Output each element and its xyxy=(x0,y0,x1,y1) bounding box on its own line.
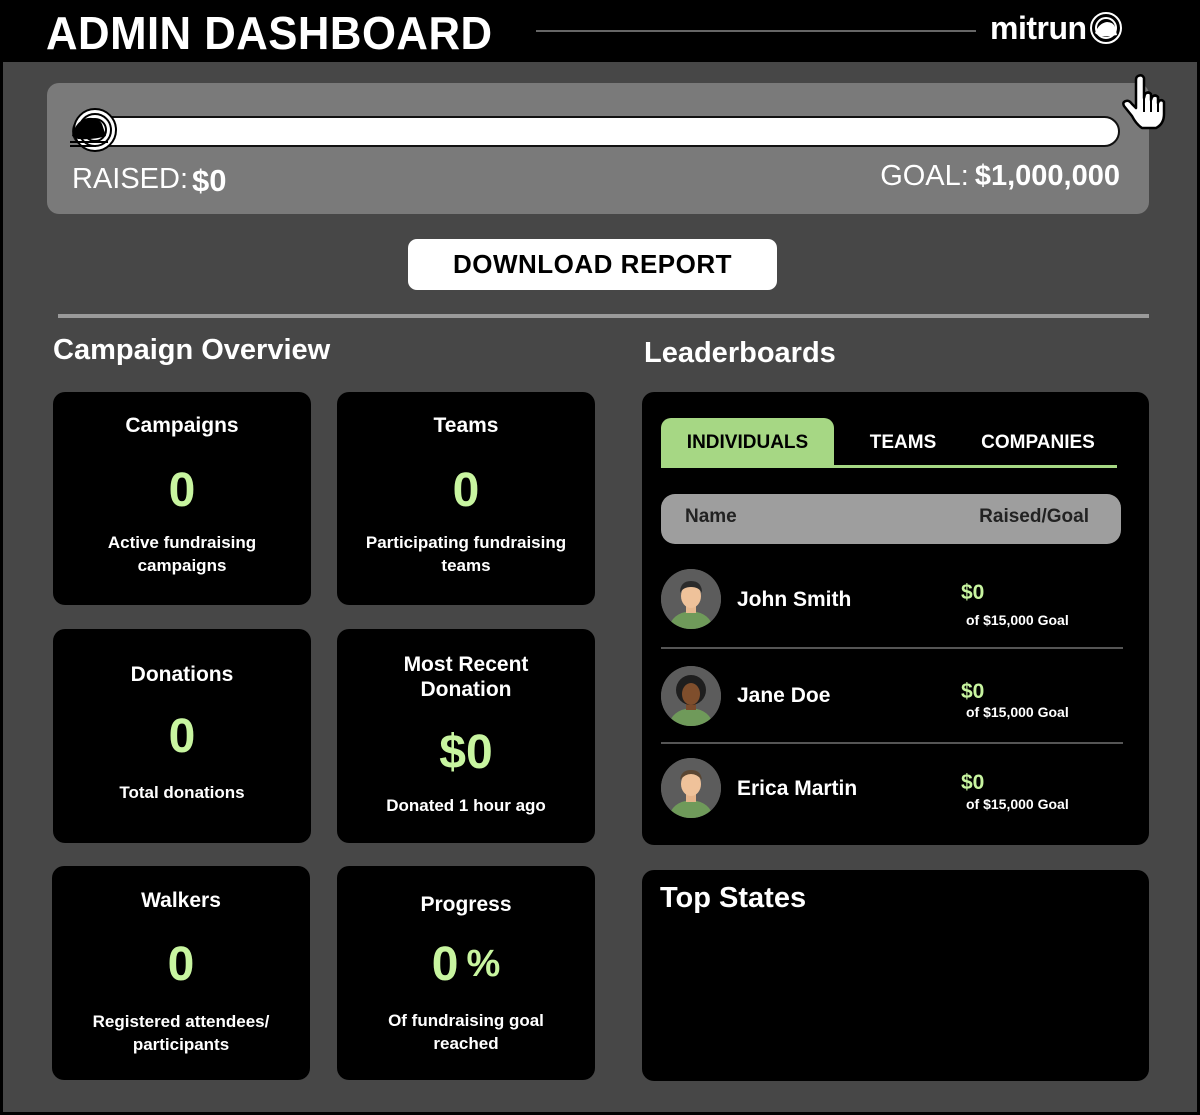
header-bar: ADMIN DASHBOARD mitrun xyxy=(0,0,1200,62)
top-states-card: Top States xyxy=(642,870,1149,1081)
tab-companies[interactable]: COMPANIES xyxy=(970,418,1106,466)
avatar-icon xyxy=(661,666,721,726)
card-title: Most Recent Donation xyxy=(403,653,529,701)
card-description: Donated 1 hour ago xyxy=(386,796,546,815)
card-title: Teams xyxy=(433,414,499,437)
download-report-button[interactable]: DOWNLOAD REPORT xyxy=(408,239,777,290)
card-description: Participating fundraising teams xyxy=(365,533,567,575)
card-title: Walkers xyxy=(141,889,221,912)
donations-card: Donations 0 Total donations xyxy=(53,629,311,843)
raised-value: $0 xyxy=(192,163,227,198)
goal-amount: GOAL: $1,000,000 xyxy=(880,160,1120,193)
leaderboard-header-row: Name Raised/Goal xyxy=(661,494,1121,544)
row-divider xyxy=(661,742,1123,744)
raised-label: RAISED: xyxy=(72,163,189,195)
leaderboard-goal: of $15,000 Goal xyxy=(966,796,1069,812)
card-value: 0 xyxy=(167,938,195,991)
card-title: Campaigns xyxy=(125,414,239,437)
card-title: Donations xyxy=(130,663,234,686)
card-value: 0 xyxy=(452,464,480,517)
goal-label: GOAL: xyxy=(880,160,969,192)
most-recent-donation-card: Most Recent Donation $0 Donated 1 hour a… xyxy=(337,629,595,843)
leaderboard-goal: of $15,000 Goal xyxy=(966,704,1069,720)
header-divider xyxy=(536,30,976,32)
walkers-card: Walkers 0 Registered attendees/ particip… xyxy=(52,866,310,1080)
card-description: Active fundraising campaigns xyxy=(107,533,257,575)
column-header-name: Name xyxy=(685,506,737,527)
tab-teams[interactable]: TEAMS xyxy=(852,418,954,466)
leaderboard-row[interactable]: John Smith $0 of $15,000 Goal xyxy=(661,568,1123,648)
leaderboard-raised: $0 xyxy=(961,680,985,703)
card-value: 0 xyxy=(168,710,196,763)
card-value: $0 xyxy=(439,726,493,779)
tab-underline xyxy=(661,465,1117,468)
mitrun-logo[interactable]: mitrun xyxy=(990,8,1123,48)
avatar-icon xyxy=(661,569,721,629)
tab-individuals[interactable]: INDIVIDUALS xyxy=(661,418,834,466)
leaderboard-name: Jane Doe xyxy=(737,684,831,707)
section-divider xyxy=(58,314,1149,318)
raised-amount: RAISED: $0 xyxy=(72,160,227,198)
page-title: ADMIN DASHBOARD xyxy=(46,7,493,59)
runner-shoe-icon xyxy=(70,108,117,152)
pointer-cursor-icon xyxy=(1122,74,1166,130)
leaderboard-goal: of $15,000 Goal xyxy=(966,612,1069,628)
card-title: Progress xyxy=(420,893,512,916)
campaign-overview-title: Campaign Overview xyxy=(53,334,331,366)
goal-value: $1,000,000 xyxy=(974,160,1120,192)
leaderboard-raised: $0 xyxy=(961,771,985,794)
mitrun-logo-icon xyxy=(1089,12,1122,44)
leaderboards-title: Leaderboards xyxy=(644,337,836,369)
progress-bar xyxy=(72,116,1120,147)
column-header-raised-goal: Raised/Goal xyxy=(979,506,1089,527)
card-description: Total donations xyxy=(119,783,245,802)
campaigns-card: Campaigns 0 Active fundraising campaigns xyxy=(53,392,311,605)
avatar-icon xyxy=(661,758,721,818)
top-states-title: Top States xyxy=(660,882,807,914)
progress-card: Progress 0% Of fundraising goal reached xyxy=(337,866,595,1080)
leaderboard-row[interactable]: Erica Martin $0 of $15,000 Goal xyxy=(661,757,1123,837)
percent-sign: % xyxy=(466,943,501,985)
logo-text: mitrun xyxy=(990,9,1087,46)
leaderboard-raised: $0 xyxy=(961,581,985,604)
card-value: 0% xyxy=(337,940,595,993)
progress-value: 0 xyxy=(431,938,459,991)
leaderboard-row[interactable]: Jane Doe $0 of $15,000 Goal xyxy=(661,664,1123,744)
leaderboard-name: John Smith xyxy=(737,588,852,611)
card-value: 0 xyxy=(168,464,196,517)
teams-card: Teams 0 Participating fundraising teams xyxy=(337,392,595,605)
card-description: Registered attendees/ participants xyxy=(92,1012,270,1054)
card-description: Of fundraising goal reached xyxy=(388,1011,544,1053)
row-divider xyxy=(661,647,1123,649)
leaderboard-name: Erica Martin xyxy=(737,777,858,800)
